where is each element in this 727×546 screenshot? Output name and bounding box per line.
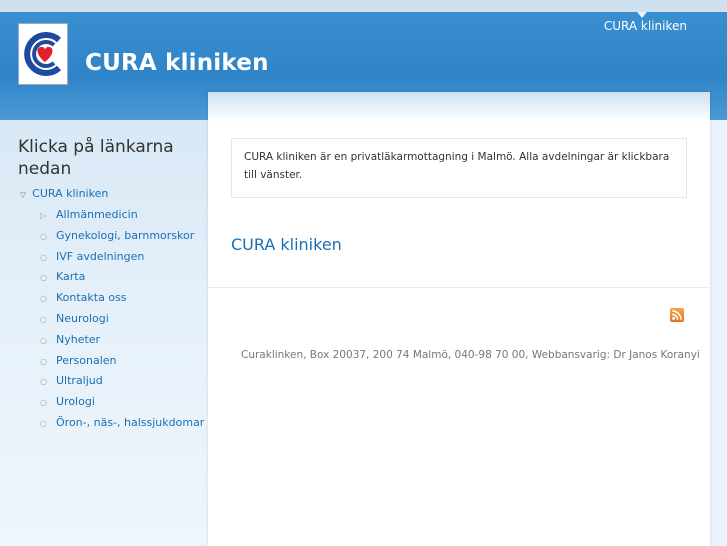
sidebar-item-label: Kontakta oss (56, 291, 127, 305)
sidebar-sublist: ▷ Allmänmedicin ○ Gynekologi, barnmorskor … (40, 208, 204, 437)
sidebar-item-nyheter[interactable]: ○ Nyheter (40, 333, 204, 354)
sidebar-item-label: Neurologi (56, 311, 109, 325)
circle-bullet-icon: ○ (40, 335, 47, 345)
sidebar-item-label: IVF avdelningen (56, 249, 145, 263)
sidebar-item-neurologi[interactable]: ○ Neurologi (40, 312, 204, 333)
cura-logo-icon[interactable] (18, 23, 68, 85)
sidebar-item-label: CURA kliniken (32, 187, 109, 200)
sidebar-item-gynekologi[interactable]: ○ Gynekologi, barnmorskor (40, 229, 204, 250)
sidebar-item-kontakta[interactable]: ○ Kontakta oss (40, 291, 204, 312)
circle-bullet-icon: ○ (40, 356, 47, 366)
sidebar-item-label: Ultraljud (56, 374, 103, 388)
intro-box: CURA kliniken är en privatläkarmottagnin… (231, 138, 687, 198)
circle-bullet-icon: ○ (40, 273, 47, 283)
top-nav-link-cura[interactable]: CURA kliniken (604, 12, 687, 33)
sidebar-item-cura-kliniken[interactable]: ▽ CURA kliniken (20, 187, 108, 200)
sidebar-item-ivf[interactable]: ○ IVF avdelningen (40, 250, 204, 271)
top-strip (0, 0, 727, 12)
triangle-down-icon: ▽ (20, 190, 27, 199)
sidebar-item-label: Karta (56, 270, 86, 284)
circle-bullet-icon: ○ (40, 314, 47, 324)
rss-feed-icon[interactable] (670, 308, 684, 322)
sidebar-item-label: Urologi (56, 395, 95, 409)
main-top-gradient (208, 92, 710, 122)
circle-bullet-icon: ○ (40, 252, 47, 262)
circle-bullet-icon: ○ (40, 294, 47, 304)
page-title: CURA kliniken (231, 235, 342, 254)
site-name[interactable]: CURA kliniken (85, 50, 269, 76)
circle-bullet-icon: ○ (40, 418, 47, 428)
circle-bullet-icon: ○ (40, 398, 47, 408)
triangle-right-icon: ▷ (40, 211, 47, 220)
footer-text: Curaklinken, Box 20037, 200 74 Malmö, 04… (241, 349, 700, 361)
main-content: CURA kliniken är en privatläkarmottagnin… (208, 92, 710, 546)
top-nav: CURA kliniken (604, 12, 687, 33)
sidebar-item-label: Nyheter (56, 332, 101, 346)
sidebar-item-urologi[interactable]: ○ Urologi (40, 395, 204, 416)
sidebar-item-oron-nas-hals[interactable]: ○ Öron-, näs-, halssjukdomar (40, 416, 204, 437)
sidebar-item-label: Gynekologi, barnmorskor (56, 228, 195, 242)
sidebar-item-allmanmedicin[interactable]: ▷ Allmänmedicin (40, 208, 204, 229)
sidebar-title: Klicka på länkarna nedan (18, 137, 174, 179)
circle-bullet-icon: ○ (40, 231, 47, 241)
circle-bullet-icon: ○ (40, 377, 47, 387)
footer-area: Curaklinken, Box 20037, 200 74 Malmö, 04… (208, 287, 710, 546)
sidebar: Klicka på länkarna nedan ▽ CURA kliniken … (0, 120, 208, 545)
sidebar-item-label: Allmänmedicin (56, 208, 138, 221)
sidebar-item-personalen[interactable]: ○ Personalen (40, 354, 204, 375)
sidebar-item-label: Öron-, näs-, halssjukdomar (56, 415, 205, 429)
sidebar-item-label: Personalen (56, 353, 117, 367)
sidebar-item-ultraljud[interactable]: ○ Ultraljud (40, 374, 204, 395)
sidebar-item-karta[interactable]: ○ Karta (40, 270, 204, 291)
